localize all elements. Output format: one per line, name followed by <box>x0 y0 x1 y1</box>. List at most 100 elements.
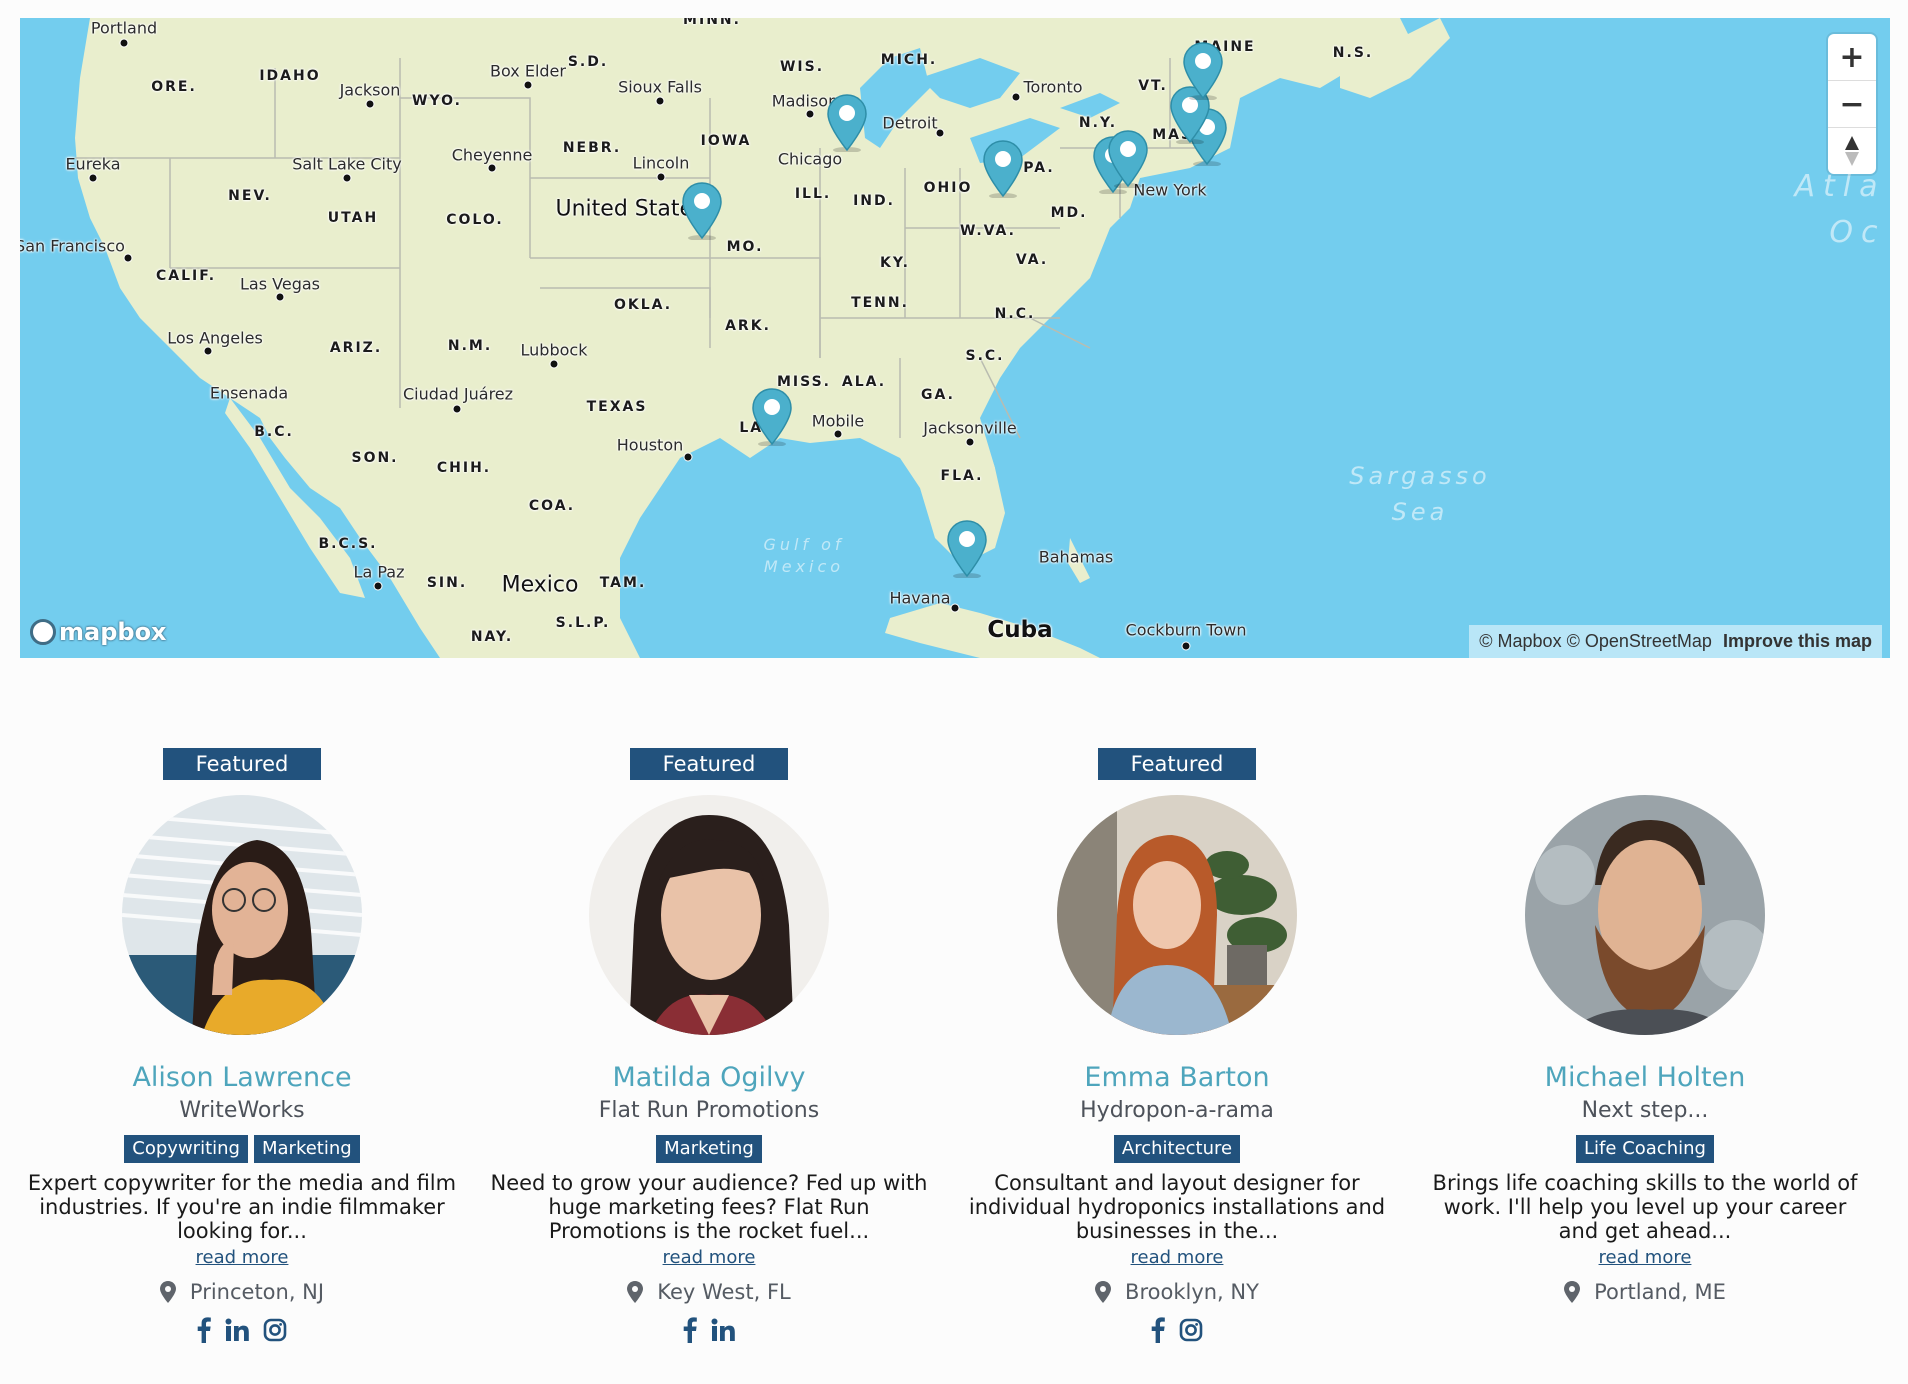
avatar[interactable] <box>1057 795 1297 1035</box>
city-dot <box>203 346 213 356</box>
instagram-icon[interactable] <box>1179 1318 1203 1342</box>
read-more-link[interactable]: read more <box>1599 1247 1692 1268</box>
country-label-mexico: Mexico <box>501 572 579 598</box>
city-label: Chicago <box>777 149 843 169</box>
member-description: Brings life coaching skills to the world… <box>1432 1171 1858 1243</box>
city-label: Mobile <box>811 411 865 431</box>
city-dot <box>119 38 129 48</box>
tag[interactable]: Marketing <box>656 1135 762 1163</box>
avatar[interactable] <box>1525 795 1765 1035</box>
sea-label-sargasso-sea: Sargasso Sea <box>1349 462 1491 526</box>
avatar-photo <box>1525 795 1765 1035</box>
tag[interactable]: Life Coaching <box>1576 1135 1714 1163</box>
read-more-link[interactable]: read more <box>1131 1247 1224 1268</box>
city-label: Cockburn Town <box>1125 620 1247 640</box>
city-dot <box>88 173 98 183</box>
avatar[interactable] <box>122 795 362 1035</box>
city-label: Lubbock <box>520 340 588 360</box>
sea-label-gulf-of-mexico: Gulf of Mexico <box>763 535 845 576</box>
member-name[interactable]: Matilda Ogilvy <box>489 1061 929 1095</box>
state-label: CALIF. <box>155 268 217 284</box>
state-label: ARIZ. <box>329 340 383 356</box>
location-pin-icon <box>1095 1281 1112 1303</box>
map-pin[interactable] <box>946 520 988 579</box>
map-pin[interactable] <box>982 140 1024 199</box>
state-label: MINN. <box>683 18 741 28</box>
map-pin[interactable] <box>826 94 868 153</box>
avatar-photo <box>122 795 362 1035</box>
linkedin-icon[interactable] <box>711 1318 735 1342</box>
member-name[interactable]: Michael Holten <box>1425 1061 1865 1095</box>
state-label: VA. <box>1015 252 1049 268</box>
member-name[interactable]: Emma Barton <box>957 1061 1397 1095</box>
social-links <box>489 1314 929 1346</box>
map-pin[interactable] <box>681 182 723 241</box>
state-label: TAM. <box>599 575 647 591</box>
state-label: KY. <box>880 255 910 271</box>
facebook-icon[interactable] <box>683 1317 697 1343</box>
improve-map-link[interactable]: Improve this map <box>1723 631 1872 651</box>
state-label: W.VA. <box>960 223 1016 239</box>
instagram-icon[interactable] <box>263 1318 287 1342</box>
mapbox-logo[interactable]: mapbox <box>30 618 167 646</box>
city-label: La Paz <box>353 562 405 582</box>
state-label: GA. <box>921 387 955 403</box>
zoom-out-button[interactable]: − <box>1828 81 1876 128</box>
city-dot <box>365 99 375 109</box>
city-dot <box>656 172 666 182</box>
facebook-icon[interactable] <box>1151 1317 1165 1343</box>
badge-spacer <box>1425 748 1865 780</box>
location-pin-icon <box>627 1281 644 1303</box>
city-dot <box>123 253 133 263</box>
state-label: NEBR. <box>562 140 622 156</box>
map-attribution: © Mapbox © OpenStreetMap Improve this ma… <box>1469 625 1882 658</box>
tag[interactable]: Architecture <box>1113 1135 1241 1163</box>
linkedin-icon[interactable] <box>225 1318 249 1342</box>
zoom-in-button[interactable]: + <box>1828 34 1876 81</box>
state-label: COLO. <box>446 212 504 228</box>
social-links <box>22 1314 462 1346</box>
city-dot <box>683 452 693 462</box>
member-company: Next step... <box>1581 1098 1709 1123</box>
tag[interactable]: Marketing <box>253 1135 360 1163</box>
city-label: Cheyenne <box>451 145 533 165</box>
city-label: Bahamas <box>1038 547 1114 567</box>
mapbox-logo-icon <box>30 619 56 645</box>
city-dot <box>549 359 559 369</box>
state-label: TENN. <box>851 295 909 311</box>
facebook-icon[interactable] <box>197 1317 211 1343</box>
city-dot <box>342 173 352 183</box>
mapbox-attribution-link[interactable]: © Mapbox <box>1479 631 1561 651</box>
read-more-link[interactable]: read more <box>663 1247 756 1268</box>
member-location: Princeton, NJ <box>22 1280 462 1304</box>
city-label: Portland <box>90 18 158 38</box>
state-label: S.L.P. <box>555 615 611 631</box>
map-pin[interactable] <box>1107 130 1149 189</box>
read-more-link[interactable]: read more <box>196 1247 289 1268</box>
state-label: ALA. <box>841 374 887 390</box>
state-label: CHIH. <box>436 460 492 476</box>
map-pin[interactable] <box>751 388 793 447</box>
tag-list: Copywriting Marketing <box>22 1135 462 1163</box>
map-pin[interactable] <box>1182 42 1224 101</box>
city-label: Ciudad Juárez <box>402 384 514 404</box>
member-description: Expert copywriter for the media and film… <box>27 1171 457 1243</box>
city-label: Las Vegas <box>240 274 320 294</box>
tag[interactable]: Copywriting <box>124 1135 248 1163</box>
city-dot <box>373 581 383 591</box>
state-label: COA. <box>528 498 576 514</box>
city-label: Jackson <box>339 80 401 100</box>
city-label: San Francisco <box>20 236 125 256</box>
state-label: S.D. <box>567 54 609 70</box>
avatar[interactable] <box>589 795 829 1035</box>
member-name[interactable]: Alison Lawrence <box>22 1061 462 1095</box>
compass-button[interactable] <box>1828 128 1876 174</box>
member-description: Consultant and layout designer for indiv… <box>968 1171 1386 1243</box>
member-map[interactable]: Gulf of Mexico Sargasso Sea Atla Oc United … <box>20 18 1890 658</box>
state-label: WIS. <box>779 59 825 75</box>
osm-attribution-link[interactable]: © OpenStreetMap <box>1567 631 1712 651</box>
location-pin-icon <box>159 1281 176 1303</box>
state-label: WYO. <box>412 93 462 109</box>
city-label: Eureka <box>65 154 121 174</box>
city-dot <box>1181 641 1191 651</box>
